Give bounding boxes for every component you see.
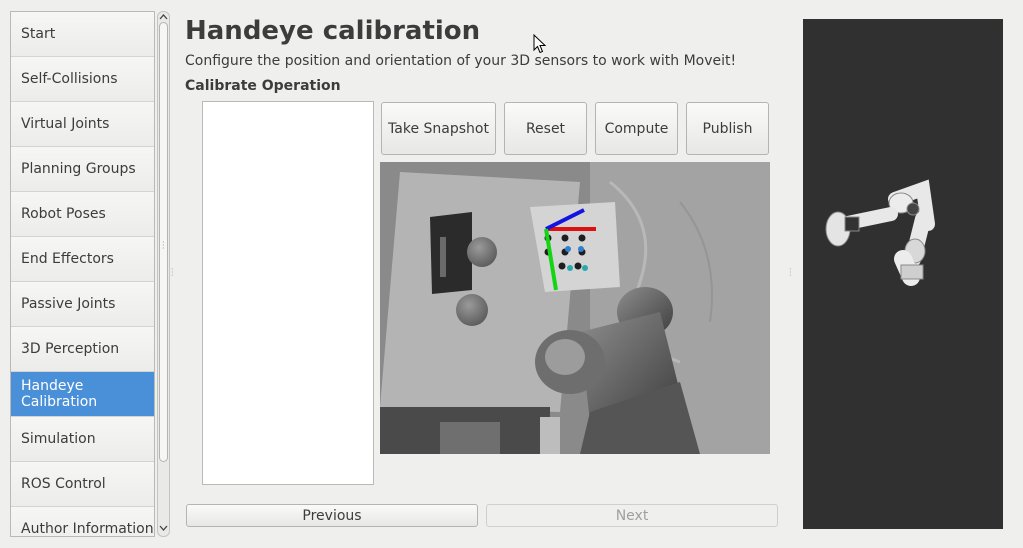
sidebar-item-handeye-calibration[interactable]: Handeye Calibration xyxy=(11,372,154,417)
compute-button[interactable]: Compute xyxy=(595,102,678,155)
previous-button[interactable]: Previous xyxy=(186,504,478,527)
take-snapshot-button[interactable]: Take Snapshot xyxy=(381,102,496,155)
sidebar-item-label: Handeye Calibration xyxy=(21,378,98,410)
publish-button[interactable]: Publish xyxy=(686,102,769,155)
reset-button[interactable]: Reset xyxy=(504,102,587,155)
sidebar-item-label: Start xyxy=(21,26,56,42)
sidebar-item-3d-perception[interactable]: 3D Perception xyxy=(11,327,154,372)
sidebar-item-label: Virtual Joints xyxy=(21,116,110,132)
splitter-handle[interactable]: · · · xyxy=(789,266,792,280)
sidebar-item-planning-groups[interactable]: Planning Groups xyxy=(11,147,154,192)
sidebar-item-label: End Effectors xyxy=(21,251,114,267)
scrollbar-thumb[interactable]: · · · xyxy=(159,22,168,462)
sidebar-item-robot-poses[interactable]: Robot Poses xyxy=(11,192,154,237)
sidebar-item-passive-joints[interactable]: Passive Joints xyxy=(11,282,154,327)
splitter-handle[interactable]: · · · xyxy=(171,266,174,280)
grip-icon: · · · xyxy=(162,238,165,253)
sidebar-item-label: 3D Perception xyxy=(21,341,120,357)
sidebar-item-label: Planning Groups xyxy=(21,161,136,177)
camera-scene-image xyxy=(380,162,770,454)
sidebar-item-self-collisions[interactable]: Self-Collisions xyxy=(11,57,154,102)
camera-image-view[interactable] xyxy=(380,162,770,454)
sidebar-item-author-information[interactable]: Author Information xyxy=(11,507,154,537)
sidebar-item-ros-control[interactable]: ROS Control xyxy=(11,462,154,507)
page-title: Handeye calibration xyxy=(185,16,481,46)
sidebar-item-virtual-joints[interactable]: Virtual Joints xyxy=(11,102,154,147)
chevron-down-icon[interactable] xyxy=(158,524,169,533)
sidebar-item-label: Self-Collisions xyxy=(21,71,118,87)
sidebar-item-start[interactable]: Start xyxy=(11,12,154,57)
robot-3d-viewport[interactable] xyxy=(803,19,1003,529)
sidebar-item-label: ROS Control xyxy=(21,476,106,492)
sidebar-item-label: Author Information xyxy=(21,521,154,537)
sidebar-item-end-effectors[interactable]: End Effectors xyxy=(11,237,154,282)
sidebar-item-label: Robot Poses xyxy=(21,206,106,222)
sidebar-scrollbar[interactable]: · · · xyxy=(157,11,170,537)
sidebar-item-label: Passive Joints xyxy=(21,296,116,312)
section-label: Calibrate Operation xyxy=(185,78,341,94)
next-button[interactable]: Next xyxy=(486,504,778,527)
sidebar-item-simulation[interactable]: Simulation xyxy=(11,417,154,462)
mouse-pointer-icon xyxy=(533,33,547,58)
page-description: Configure the position and orientation o… xyxy=(185,53,737,69)
robot-model-image xyxy=(825,179,935,286)
sidebar-nav: Start Self-Collisions Virtual Joints Pla… xyxy=(10,11,155,537)
calibration-tree-panel[interactable] xyxy=(202,101,374,485)
sidebar-item-label: Simulation xyxy=(21,431,96,447)
chevron-up-icon[interactable] xyxy=(158,13,169,22)
